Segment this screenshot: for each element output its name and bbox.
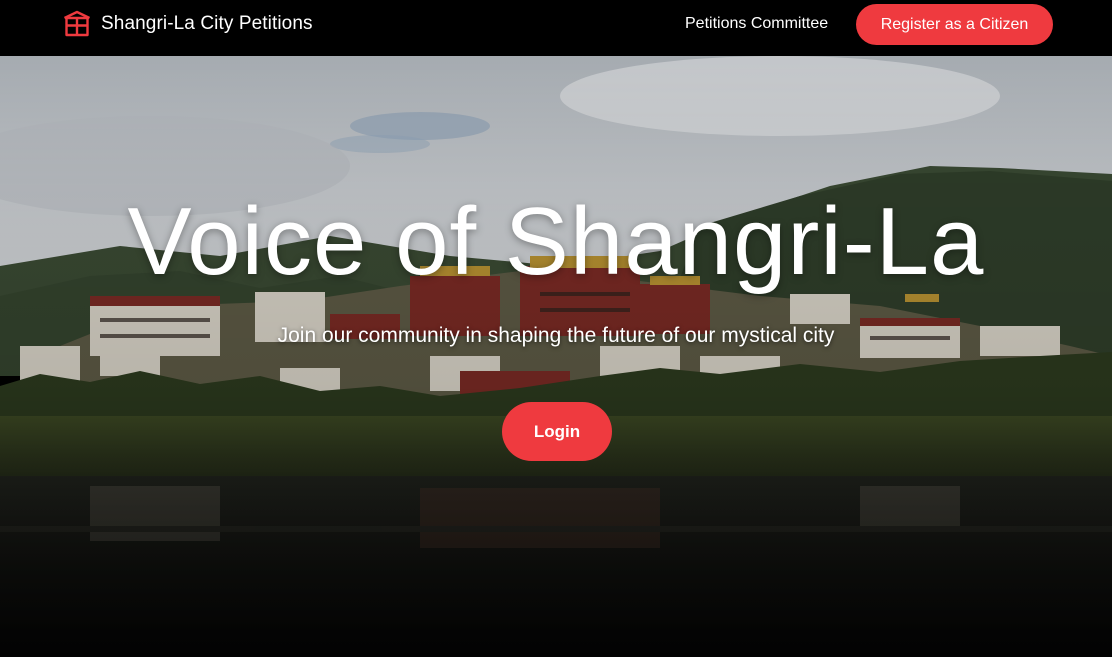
brand[interactable]: Shangri-La City Petitions <box>63 10 313 37</box>
hero-overlay <box>0 56 1112 657</box>
hero-title: Voice of Shangri-La <box>127 188 985 295</box>
hero-subtitle: Join our community in shaping the future… <box>277 324 835 347</box>
login-button[interactable]: Login <box>502 402 612 461</box>
top-navbar: Shangri-La City Petitions Petitions Comm… <box>0 0 1112 56</box>
brand-name: Shangri-La City Petitions <box>101 12 313 34</box>
petitions-committee-link[interactable]: Petitions Committee <box>685 15 828 33</box>
hero-section: Voice of Shangri-La Join our community i… <box>0 56 1112 657</box>
temple-gate-icon <box>63 10 91 37</box>
register-citizen-button[interactable]: Register as a Citizen <box>856 4 1053 45</box>
